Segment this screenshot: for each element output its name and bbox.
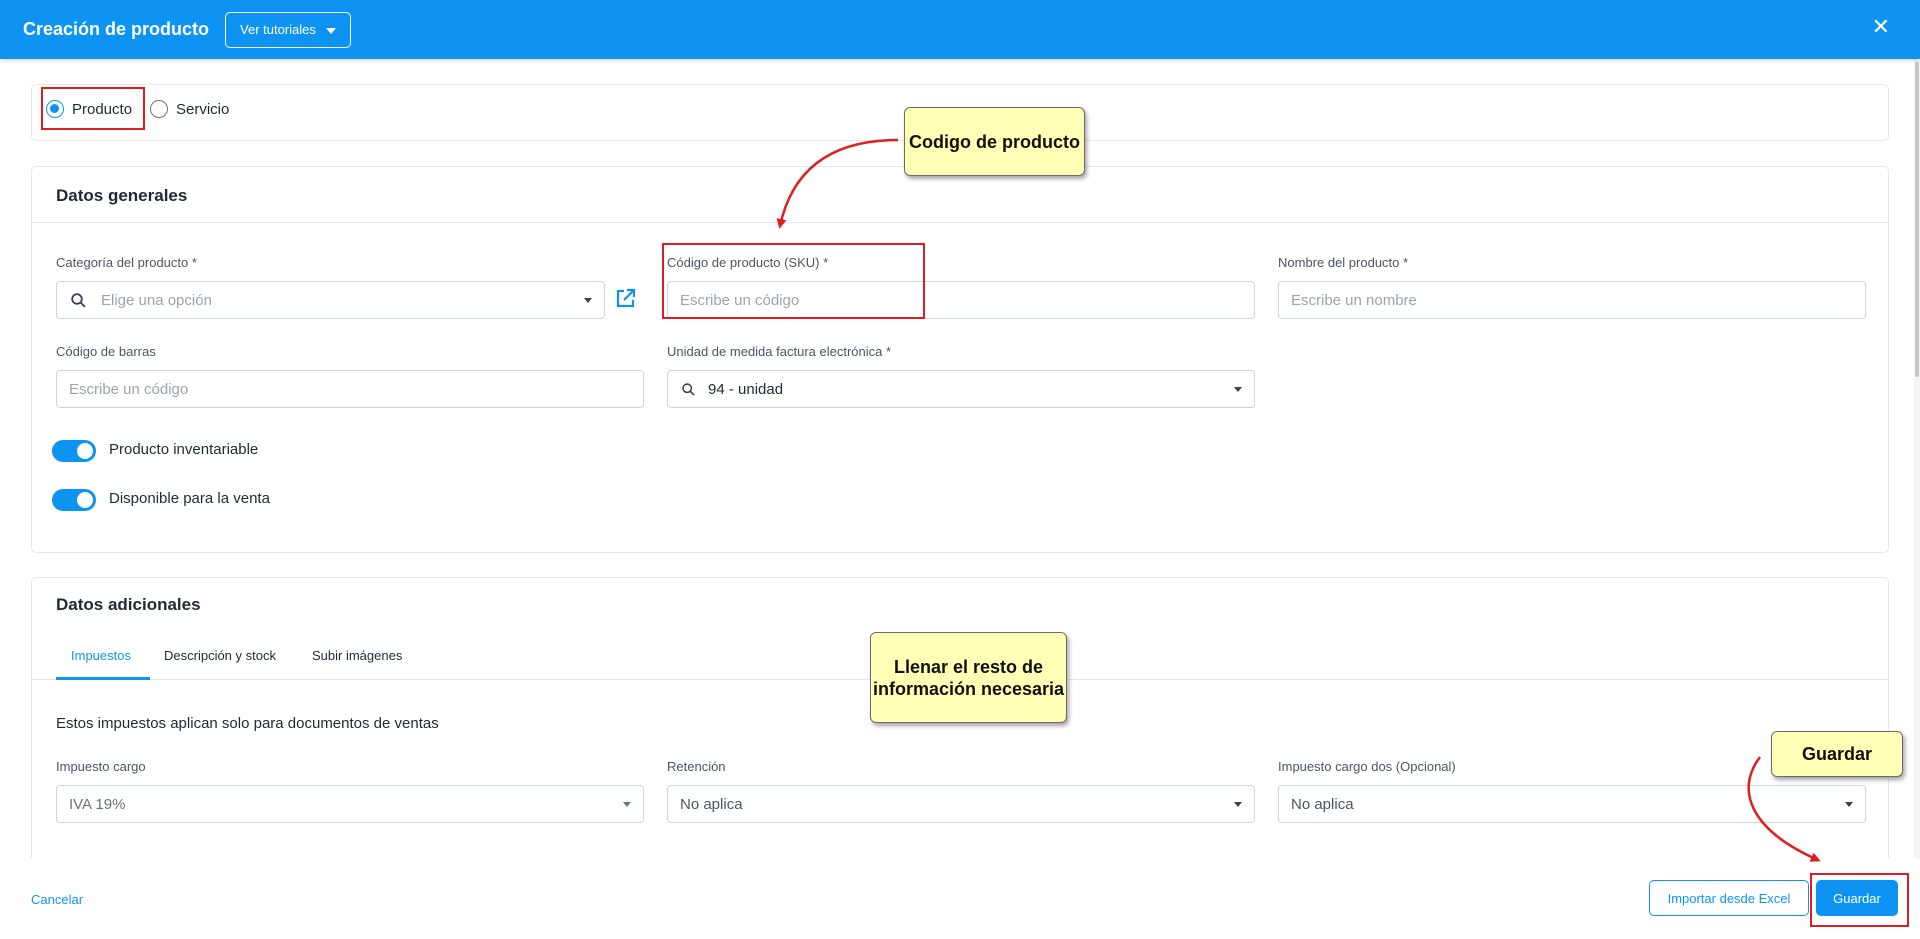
page-title: Creación de producto [23, 19, 210, 39]
chevron-down-icon [325, 27, 336, 34]
close-icon[interactable]: ✕ [1872, 14, 1890, 40]
tutorials-label: Ver tutoriales [240, 22, 316, 37]
fill-annotation-note: Llenar el resto de información necesaria [870, 632, 1067, 723]
modal-header: Creación de producto Ver tutoriales ✕ [0, 0, 1920, 59]
sku-annotation-note: Codigo de producto [904, 107, 1085, 176]
save-annotation-note: Guardar [1771, 731, 1903, 777]
tutorials-dropdown-button[interactable]: Ver tutoriales [225, 11, 351, 48]
